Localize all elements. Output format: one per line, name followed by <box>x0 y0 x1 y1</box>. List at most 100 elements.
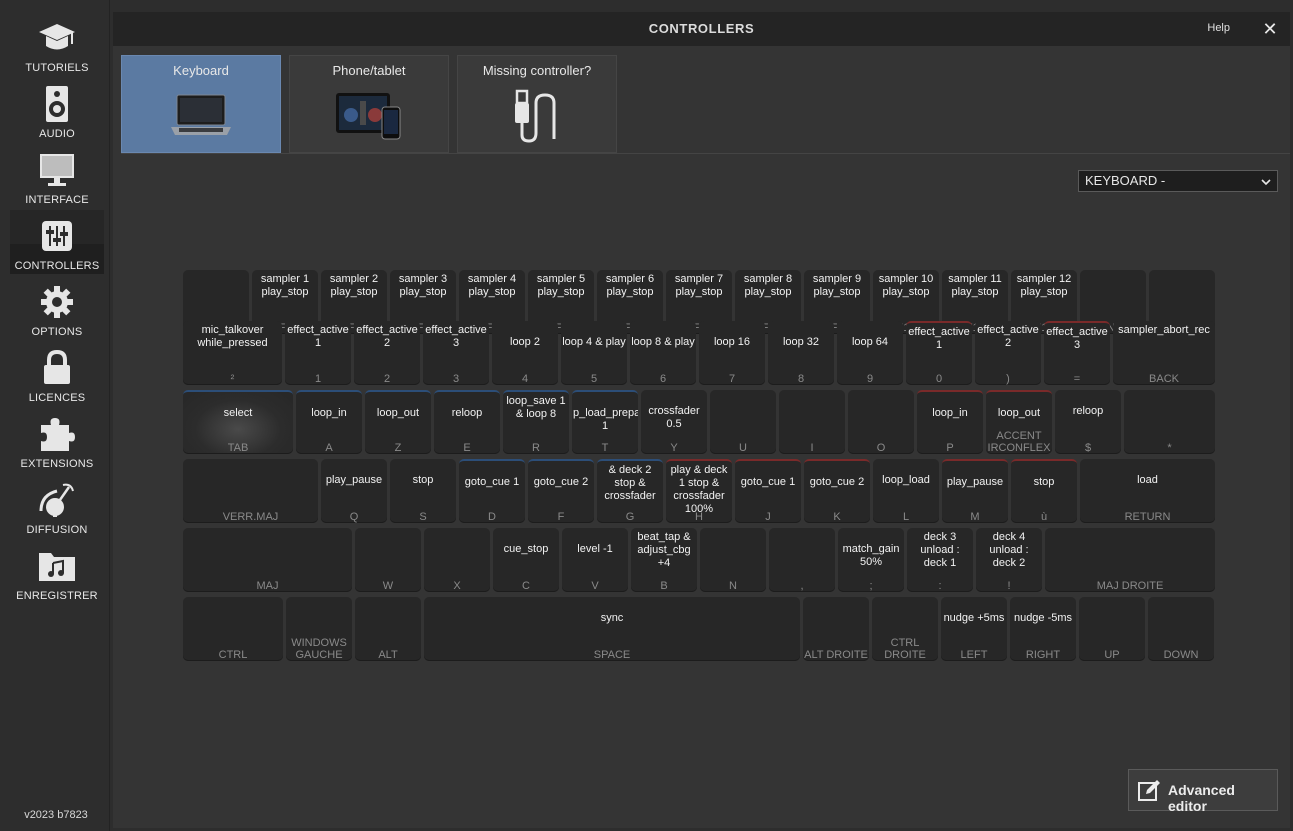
key-9[interactable]: loop 64 9 <box>837 321 903 385</box>
tab-keyboard[interactable]: Keyboard <box>121 55 281 153</box>
key-verr-maj[interactable]: VERR.MAJ <box>183 459 318 523</box>
mapping-select[interactable]: KEYBOARD - <box>1078 170 1278 192</box>
key-7[interactable]: loop 16 7 <box>699 321 765 385</box>
key-action: effect_active 1 <box>908 326 970 351</box>
key-6[interactable]: loop 8 & play 6 <box>630 321 696 385</box>
key-label: BACK <box>1149 373 1179 385</box>
close-icon[interactable]: ✕ <box>1258 18 1282 40</box>
key-e[interactable]: reloop E <box>434 390 500 454</box>
key-z[interactable]: loop_out Z <box>365 390 431 454</box>
key-a[interactable]: loop_in A <box>296 390 362 454</box>
key-[interactable]: effect_active 2) <box>975 321 1041 385</box>
key-maj[interactable]: MAJ <box>183 528 352 592</box>
key-f[interactable]: goto_cue 2 F <box>528 459 594 523</box>
key-q[interactable]: play_pause Q <box>321 459 387 523</box>
key-action: reloop <box>1072 405 1104 417</box>
key-r[interactable]: loop_save 1 & loop 8 R <box>503 390 569 454</box>
key-d[interactable]: goto_cue 1 D <box>459 459 525 523</box>
key-1[interactable]: effect_active 1 1 <box>285 321 351 385</box>
key-right[interactable]: nudge -5ms RIGHT <box>1010 597 1076 661</box>
key-action: loop 32 <box>782 336 820 348</box>
key-[interactable]: mic_talkover while_pressed ² <box>183 321 282 385</box>
key-[interactable]: stop ù <box>1011 459 1077 523</box>
key-tab[interactable]: select TAB <box>183 390 293 454</box>
key-b[interactable]: beat_tap & adjust_cbg +4 B <box>631 528 697 592</box>
key-label: C <box>522 580 530 592</box>
key-y[interactable]: crossfader 0.5 Y <box>641 390 707 454</box>
key-n[interactable]: N <box>700 528 766 592</box>
sidebar-item-interface[interactable]: INTERFACE <box>10 144 104 208</box>
key-2[interactable]: effect_active 2 2 <box>354 321 420 385</box>
key-action: effect_active 1 <box>287 324 349 349</box>
key-action: loop_load <box>882 474 930 486</box>
key-[interactable]: match_gain 50%; <box>838 528 904 592</box>
help-button[interactable]: Help <box>1207 22 1230 34</box>
key-v[interactable]: level -1 V <box>562 528 628 592</box>
key-label: Z <box>394 442 402 454</box>
key-s[interactable]: stop S <box>390 459 456 523</box>
key-c[interactable]: cue_stop C <box>493 528 559 592</box>
key-[interactable]: * <box>1124 390 1215 454</box>
key-t[interactable]: p_load_prepa 1 T <box>572 390 638 454</box>
key-label: 1 <box>314 373 322 385</box>
key-u[interactable]: U <box>710 390 776 454</box>
key-x[interactable]: X <box>424 528 490 592</box>
music-folder-icon <box>10 546 104 586</box>
key-m[interactable]: play_pause M <box>942 459 1008 523</box>
key-accent-irconflex[interactable]: loop_out ACCENT IRCONFLEX <box>986 390 1052 454</box>
key-label: , <box>800 580 804 592</box>
key-left[interactable]: nudge +5ms LEFT <box>941 597 1007 661</box>
key-h[interactable]: play & deck 1 stop & crossfader 100% H <box>666 459 732 523</box>
key-4[interactable]: loop 2 4 <box>492 321 558 385</box>
page-title: CONTROLLERS <box>648 21 755 36</box>
key-w[interactable]: W <box>355 528 421 592</box>
key-down[interactable]: DOWN <box>1148 597 1214 661</box>
key-0[interactable]: effect_active 1 0 <box>906 321 972 385</box>
key-[interactable]: effect_active 3 = <box>1044 321 1110 385</box>
key-p[interactable]: loop_in P <box>917 390 983 454</box>
sidebar-item-enregistrer[interactable]: ENREGISTRER <box>10 540 104 604</box>
key-alt-droite[interactable]: ALT DROITE <box>803 597 869 661</box>
key-8[interactable]: loop 32 8 <box>768 321 834 385</box>
key-label: 9 <box>866 373 874 385</box>
key-o[interactable]: O <box>848 390 914 454</box>
tab-missing-controller[interactable]: Missing controller? <box>457 55 617 153</box>
key-3[interactable]: effect_active 3 3 <box>423 321 489 385</box>
sidebar-item-licences[interactable]: LICENCES <box>10 342 104 406</box>
key-action: match_gain 50% <box>842 543 900 568</box>
key-[interactable]: deck 3 unload : deck 1: <box>907 528 973 592</box>
key-return[interactable]: load RETURN <box>1080 459 1215 523</box>
tab-phone-tablet[interactable]: Phone/tablet <box>289 55 449 153</box>
sidebar-item-options[interactable]: OPTIONS <box>10 276 104 340</box>
key-label: $ <box>1084 442 1092 454</box>
key-alt[interactable]: ALT <box>355 597 421 661</box>
key-label: X <box>453 580 461 592</box>
key-action: effect_active 3 <box>425 324 487 349</box>
key-l[interactable]: loop_load L <box>873 459 939 523</box>
key-j[interactable]: goto_cue 1 J <box>735 459 801 523</box>
sidebar-item-audio[interactable]: AUDIO <box>10 78 104 142</box>
key-up[interactable]: UP <box>1079 597 1145 661</box>
key-ctrl[interactable]: CTRL <box>183 597 283 661</box>
key-label: P <box>946 442 954 454</box>
key-5[interactable]: loop 4 & play 5 <box>561 321 627 385</box>
key-back[interactable]: sampler_abort_rec BACK <box>1113 321 1215 385</box>
sidebar-item-controllers[interactable]: CONTROLLERS <box>10 210 104 274</box>
keyboard-map: ESCAPEsampler 1 play_stopF1sampler 2 pla… <box>183 270 1215 664</box>
key-[interactable]: , <box>769 528 835 592</box>
key-ctrl-droite[interactable]: CTRL DROITE <box>872 597 938 661</box>
key-[interactable]: reloop $ <box>1055 390 1121 454</box>
sidebar-item-diffusion[interactable]: DIFFUSION <box>10 474 104 538</box>
sidebar-item-tutoriels[interactable]: TUTORIELS <box>10 12 104 76</box>
key-windows-gauche[interactable]: WINDOWS GAUCHE <box>286 597 352 661</box>
advanced-editor-button[interactable]: Advanced editor <box>1128 769 1278 814</box>
key-space[interactable]: sync SPACE <box>424 597 800 661</box>
key-maj-droite[interactable]: MAJ DROITE <box>1045 528 1215 592</box>
key-k[interactable]: goto_cue 2 K <box>804 459 870 523</box>
key-label: D <box>488 511 496 523</box>
sidebar-item-extensions[interactable]: EXTENSIONS <box>10 408 104 472</box>
key-action: cue_stop <box>503 543 549 555</box>
key-[interactable]: deck 4 unload : deck 2! <box>976 528 1042 592</box>
key-i[interactable]: I <box>779 390 845 454</box>
key-g[interactable]: & deck 2 stop & crossfader G <box>597 459 663 523</box>
